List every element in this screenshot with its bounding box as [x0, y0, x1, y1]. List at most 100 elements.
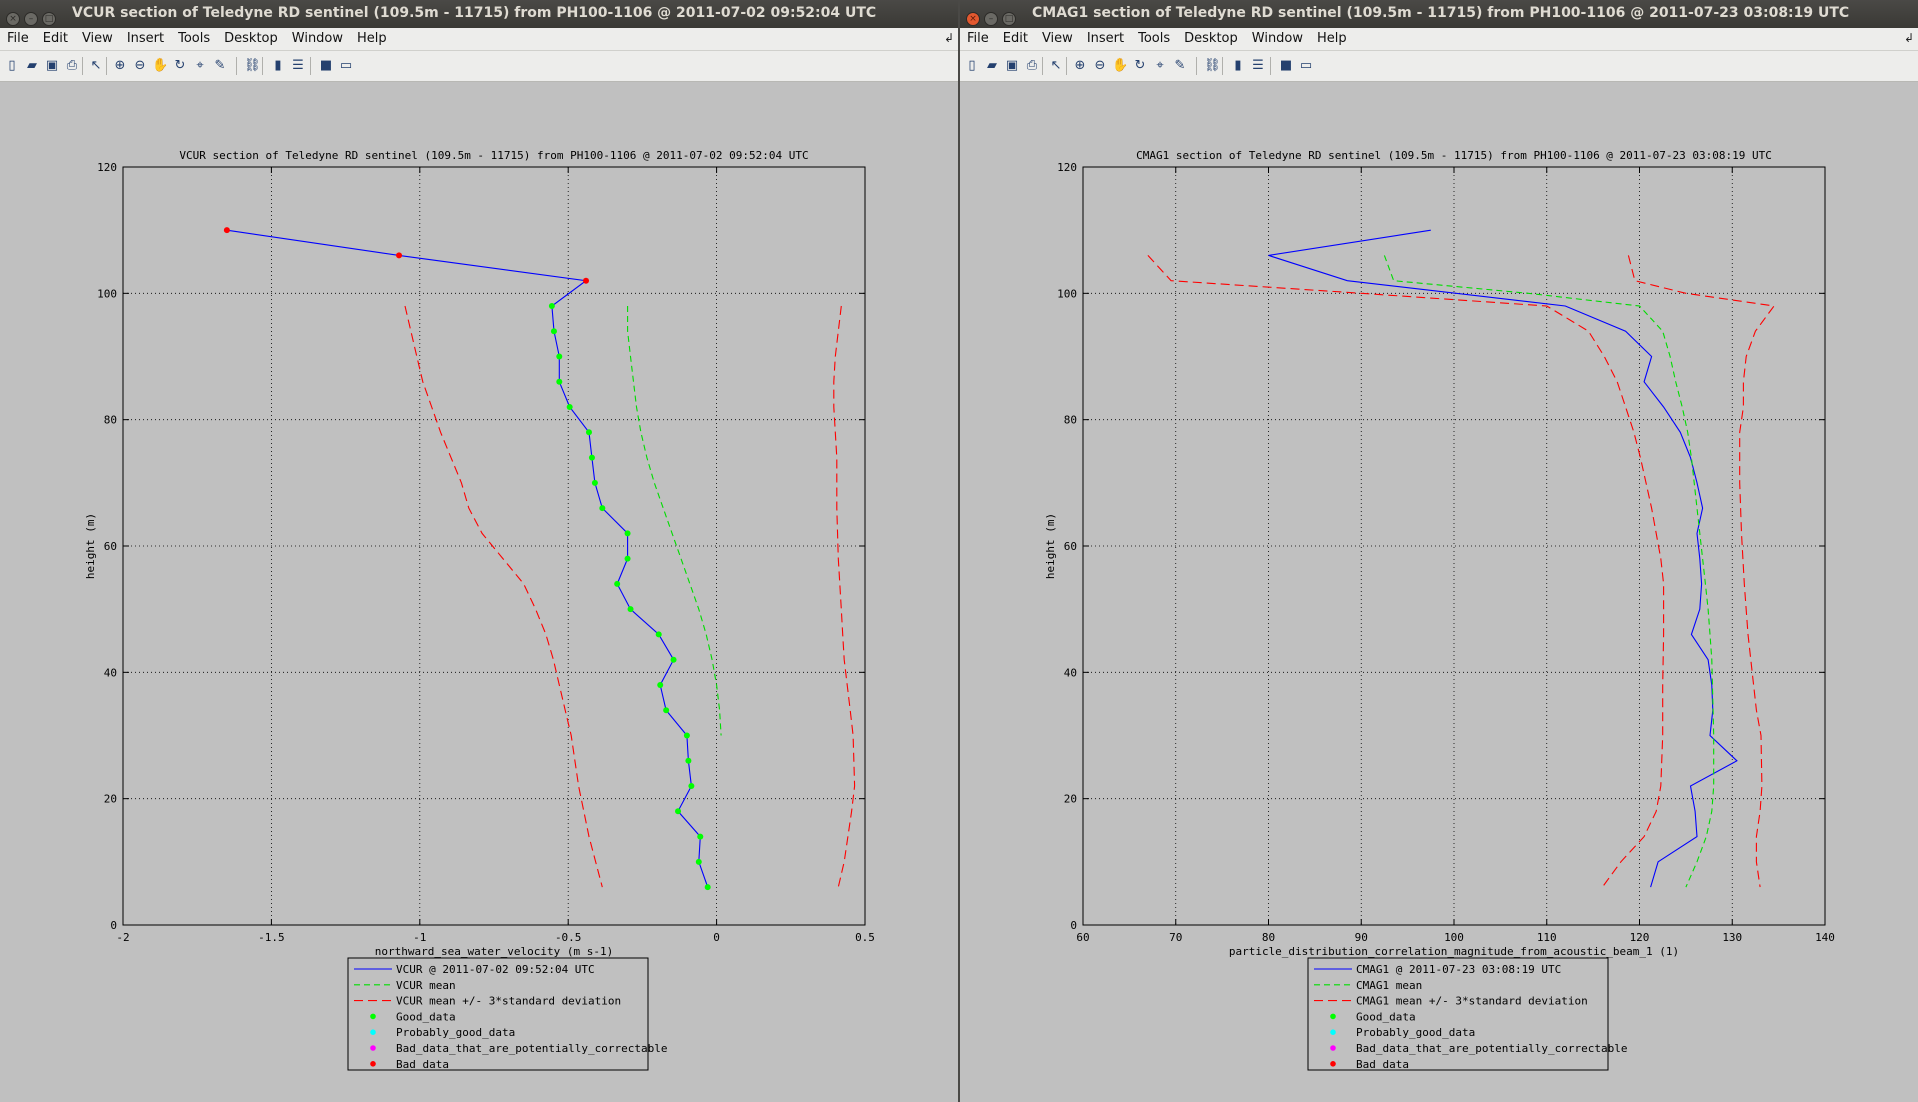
link-icon[interactable]: ⛓	[1204, 58, 1221, 74]
toolbar-separator	[1042, 57, 1043, 75]
menu-view[interactable]: View	[1035, 28, 1080, 46]
menu-edit[interactable]: Edit	[36, 28, 75, 46]
open-icon[interactable]: ▰	[984, 58, 1000, 74]
legend-label: VCUR @ 2011-07-02 09:52:04 UTC	[396, 963, 595, 976]
legend-label: CMAG1 mean +/- 3*standard deviation	[1356, 995, 1588, 1008]
brush-icon[interactable]: ✎	[1172, 58, 1188, 74]
menu-dock-icon[interactable]: ↲	[1904, 31, 1914, 45]
toolbar-separator	[1270, 57, 1271, 75]
legend-marker-swatch	[1330, 1029, 1336, 1035]
title-bar[interactable]: × – □ CMAG1 section of Teledyne RD sentine…	[960, 0, 1918, 28]
x-axis-label: northward_sea_water_velocity (m s-1)	[375, 945, 613, 958]
y-tick-label: 20	[104, 793, 117, 806]
toolbar-separator	[310, 57, 311, 75]
minimize-icon[interactable]: –	[984, 12, 998, 26]
chart-cmag1: 60 70 80 90 100 110 120 130 140020406080100120CM…	[1044, 149, 1835, 1071]
legend-marker-swatch	[370, 1013, 376, 1020]
menu-tools[interactable]: Tools	[1131, 28, 1177, 46]
figure-toolbar: ▯ ▰ ▣ ⎙ ↖ ⊕ ⊖ ✋ ↻ ⌖ ✎ ⛓ ▮ ☰ ■ ▭	[0, 51, 958, 82]
menu-help[interactable]: Help	[1310, 28, 1354, 46]
good-data-point	[588, 454, 595, 461]
colorbar-icon[interactable]: ▮	[270, 58, 286, 74]
menu-file[interactable]: File	[960, 28, 996, 46]
menu-desktop[interactable]: Desktop	[1177, 28, 1245, 46]
good-data-point	[550, 328, 557, 335]
y-tick-label: 120	[1057, 161, 1077, 174]
show-tools-icon[interactable]: ▭	[338, 58, 354, 74]
legend-icon[interactable]: ☰	[290, 58, 306, 74]
print-icon[interactable]: ⎙	[1024, 58, 1040, 74]
new-icon[interactable]: ▯	[964, 58, 980, 74]
show-tools-icon[interactable]: ▭	[1298, 58, 1314, 74]
save-icon[interactable]: ▣	[44, 58, 60, 74]
menu-insert[interactable]: Insert	[120, 28, 171, 46]
good-data-point	[688, 783, 695, 790]
pointer-icon[interactable]: ↖	[88, 58, 104, 74]
good-data-point	[614, 580, 621, 587]
legend-marker-swatch	[1330, 1061, 1336, 1067]
hide-tools-icon[interactable]: ■	[1278, 58, 1294, 74]
colorbar-icon[interactable]: ▮	[1230, 58, 1246, 74]
data-cursor-icon[interactable]: ⌖	[1152, 58, 1168, 74]
figure-window-vcur: × – □ VCUR section of Teledyne RD sentinel…	[0, 0, 958, 1102]
new-icon[interactable]: ▯	[4, 58, 20, 74]
maximize-icon[interactable]: □	[1002, 12, 1016, 26]
pan-icon[interactable]: ✋	[1112, 58, 1128, 74]
good-data-point	[556, 378, 563, 385]
data-cursor-icon[interactable]: ⌖	[192, 58, 208, 74]
menu-window[interactable]: Window	[1245, 28, 1310, 46]
toolbar-separator	[262, 57, 263, 75]
menu-help[interactable]: Help	[350, 28, 394, 46]
figure-area: 60 70 80 90 100 110 120 130 140 0 20 40 60 80 100 120 CM…	[960, 82, 1918, 1102]
save-icon[interactable]: ▣	[1004, 58, 1020, 74]
minimize-icon[interactable]: –	[24, 12, 38, 26]
good-data-point	[695, 858, 702, 865]
close-icon[interactable]: ×	[966, 12, 980, 26]
menu-file[interactable]: File	[0, 28, 36, 46]
open-icon[interactable]: ▰	[24, 58, 40, 74]
pan-icon[interactable]: ✋	[152, 58, 168, 74]
zoom-out-icon[interactable]: ⊖	[132, 58, 148, 74]
toolbar-separator	[1066, 57, 1067, 75]
good-data-point	[655, 631, 662, 638]
menu-window[interactable]: Window	[285, 28, 350, 46]
chart-vcur: -2 -1.5 -1 -0.5 0 0.5 0 20 40 60 80 100 120 VCUR sect…	[84, 149, 875, 1071]
menu-tools[interactable]: Tools	[171, 28, 217, 46]
good-data-point	[591, 479, 598, 486]
link-icon[interactable]: ⛓	[244, 58, 261, 74]
menu-view[interactable]: View	[75, 28, 120, 46]
menu-desktop[interactable]: Desktop	[217, 28, 285, 46]
rotate-icon[interactable]: ↻	[1132, 58, 1148, 74]
close-icon[interactable]: ×	[6, 12, 20, 26]
print-icon[interactable]: ⎙	[64, 58, 80, 74]
zoom-in-icon[interactable]: ⊕	[1072, 58, 1088, 74]
menu-insert[interactable]: Insert	[1080, 28, 1131, 46]
maximize-icon[interactable]: □	[42, 12, 56, 26]
legend-label: CMAG1 @ 2011-07-23 03:08:19 UTC	[1356, 963, 1561, 976]
legend-label: Bad_data	[1356, 1058, 1409, 1071]
hide-tools-icon[interactable]: ■	[318, 58, 334, 74]
x-tick-label: 0	[713, 931, 720, 944]
y-tick-label: 20	[1064, 793, 1077, 806]
legend-icon[interactable]: ☰	[1250, 58, 1266, 74]
zoom-out-icon[interactable]: ⊖	[1092, 58, 1108, 74]
y-tick-label: 40	[1064, 666, 1077, 679]
rotate-icon[interactable]: ↻	[172, 58, 188, 74]
zoom-in-icon[interactable]: ⊕	[112, 58, 128, 74]
figure-area: -2 -1.5 -1 -0.5 0 0.5 0 20 40 60 80 100 120 VCUR sect…	[0, 82, 958, 1102]
menu-edit[interactable]: Edit	[996, 28, 1035, 46]
title-bar[interactable]: × – □ VCUR section of Teledyne RD sentinel…	[0, 0, 958, 28]
toolbar-separator	[1222, 57, 1223, 75]
legend: VCUR @ 2011-07-02 09:52:04 UTC VCUR mean V…	[347, 957, 668, 1071]
menu-dock-icon[interactable]: ↲	[944, 31, 954, 45]
x-tick-label: 110	[1537, 931, 1557, 944]
pointer-icon[interactable]: ↖	[1048, 58, 1064, 74]
legend-label: Bad_data_that_are_potentially_correctabl…	[1356, 1042, 1628, 1055]
menu-bar: File Edit View Insert Tools Desktop Window Help…	[0, 28, 958, 51]
good-data-point	[670, 656, 677, 663]
y-tick-label: 120	[97, 161, 117, 174]
brush-icon[interactable]: ✎	[212, 58, 228, 74]
good-data-point	[657, 681, 664, 688]
legend-label: Good_data	[1356, 1010, 1416, 1023]
y-axis-label: height (m)	[1044, 513, 1057, 579]
